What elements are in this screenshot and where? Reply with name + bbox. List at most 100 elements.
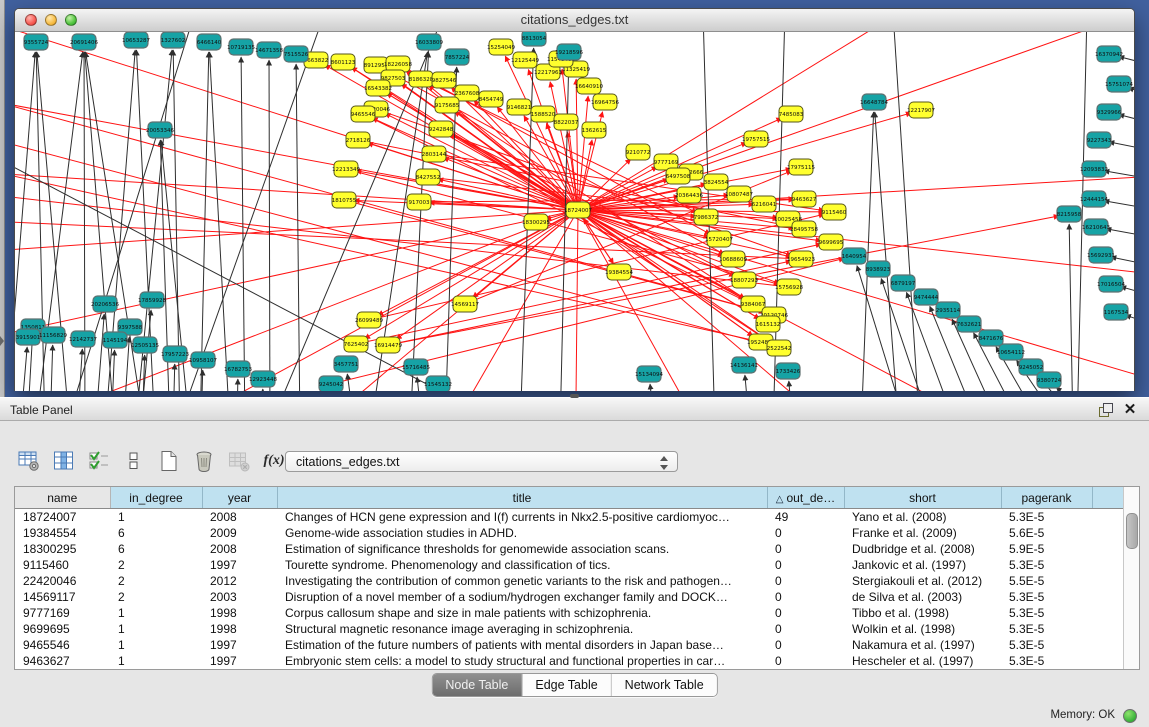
table-cell[interactable]: 1997 xyxy=(202,557,277,573)
graph-node[interactable]: 1615132 xyxy=(756,316,781,332)
table-cell[interactable]: 5.3E-5 xyxy=(1001,605,1092,621)
table-cell[interactable]: 18300295 xyxy=(15,541,110,557)
graph-node[interactable]: 7485083 xyxy=(779,106,804,122)
graph-node[interactable]: 16033809 xyxy=(415,34,443,50)
graph-node[interactable]: 16640910 xyxy=(575,78,603,94)
graph-node[interactable]: 12505135 xyxy=(131,337,159,353)
graph-node[interactable]: 10688609 xyxy=(719,251,747,267)
graph-node[interactable]: 10653287 xyxy=(122,32,150,48)
table-cell[interactable] xyxy=(1092,653,1124,669)
graph-node[interactable]: 8471676 xyxy=(979,330,1004,346)
memory-status-indicator[interactable] xyxy=(1123,709,1137,723)
graph-node[interactable]: 9227343 xyxy=(1087,132,1112,148)
table-row[interactable]: 946554611997Estimation of the future num… xyxy=(15,637,1124,653)
graph-node[interactable]: 9175685 xyxy=(435,97,460,113)
table-cell[interactable] xyxy=(1092,525,1124,541)
table-cell[interactable]: 2003 xyxy=(202,589,277,605)
left-splitter[interactable] xyxy=(0,0,5,397)
graph-node[interactable]: 15751074 xyxy=(1105,76,1133,92)
graph-node[interactable]: 19757515 xyxy=(742,131,770,147)
graph-node[interactable]: 3824554 xyxy=(704,174,729,190)
graph-node[interactable]: 9115460 xyxy=(822,204,847,220)
table-cell[interactable]: 2 xyxy=(110,557,202,573)
graph-node[interactable]: 8186328 xyxy=(409,71,434,87)
graph-node[interactable]: 9699695 xyxy=(819,234,844,250)
graph-node[interactable]: 20206536 xyxy=(91,296,119,312)
column-header-out_de[interactable]: △out_de… xyxy=(767,487,844,509)
graph-node[interactable]: 9463627 xyxy=(792,191,817,207)
graph-node[interactable]: 12444154 xyxy=(1080,191,1108,207)
table-cell[interactable]: 5.3E-5 xyxy=(1001,557,1092,573)
graph-node[interactable]: 18807293 xyxy=(730,272,758,288)
table-cell[interactable]: 5.3E-5 xyxy=(1001,653,1092,669)
table-cell[interactable]: Estimation of the future numbers of pati… xyxy=(277,637,767,653)
graph-node[interactable]: 16543382 xyxy=(364,80,392,96)
table-cell[interactable]: 19384554 xyxy=(15,525,110,541)
table-row[interactable]: 946362711997Embryonic stem cells: a mode… xyxy=(15,653,1124,669)
graph-node[interactable]: 12217907 xyxy=(907,102,935,118)
table-row[interactable]: 1872400712008Changes of HCN gene express… xyxy=(15,509,1124,526)
table-cell[interactable]: de Silva et al. (2003) xyxy=(844,589,1001,605)
table-cell[interactable]: Corpus callosum shape and size in male p… xyxy=(277,605,767,621)
column-header-in_degree[interactable]: in_degree xyxy=(110,487,202,509)
graph-node[interactable]: 15756928 xyxy=(775,279,803,295)
graph-node[interactable]: 2803144 xyxy=(422,146,447,162)
table-row[interactable]: 2242004622012Investigating the contribut… xyxy=(15,573,1124,589)
table-cell[interactable]: 6 xyxy=(110,525,202,541)
table-cell[interactable]: Embryonic stem cells: a model to study s… xyxy=(277,653,767,669)
table-cell[interactable]: Hescheler et al. (1997) xyxy=(844,653,1001,669)
table-cell[interactable]: 0 xyxy=(767,621,844,637)
graph-node[interactable]: 2522542 xyxy=(767,340,792,356)
graph-node[interactable]: 17975115 xyxy=(787,159,815,175)
graph-node[interactable]: 20364436 xyxy=(675,187,703,203)
graph-node[interactable]: 19384554 xyxy=(605,264,633,280)
table-cell[interactable]: 1 xyxy=(110,653,202,669)
graph-node[interactable]: 9146821 xyxy=(507,99,532,115)
function-builder-icon[interactable]: f(x) xyxy=(261,447,287,475)
network-canvas[interactable]: 1872400776638228601123891295518226058982… xyxy=(15,32,1134,391)
graph-node[interactable]: 11156829 xyxy=(39,327,67,343)
table-settings-icon[interactable] xyxy=(16,447,42,475)
table-cell[interactable]: 1998 xyxy=(202,621,277,637)
table-row[interactable]: 911546021997Tourette syndrome. Phenomeno… xyxy=(15,557,1124,573)
graph-node[interactable]: 9827546 xyxy=(432,72,457,88)
graph-node[interactable]: 1362615 xyxy=(582,122,607,138)
graph-node[interactable]: 10719135 xyxy=(227,39,255,55)
graph-node[interactable]: 7986372 xyxy=(694,209,719,225)
table-cell[interactable]: 5.3E-5 xyxy=(1001,637,1092,653)
show-columns-icon[interactable] xyxy=(51,447,77,475)
graph-node[interactable]: 12923448 xyxy=(249,371,277,387)
graph-node[interactable]: 28495758 xyxy=(790,221,818,237)
table-cell[interactable]: Structural magnetic resonance image aver… xyxy=(277,621,767,637)
table-scrollbar-thumb[interactable] xyxy=(1126,513,1138,549)
table-cell[interactable]: 9463627 xyxy=(15,653,110,669)
graph-node[interactable]: 8215958 xyxy=(1057,206,1082,222)
table-cell[interactable] xyxy=(1092,541,1124,557)
table-cell[interactable]: Tibbo et al. (1998) xyxy=(844,605,1001,621)
table-cell[interactable]: 14569117 xyxy=(15,589,110,605)
column-header-filler[interactable] xyxy=(1092,487,1124,509)
table-row[interactable]: 1456911722003Disruption of a novel membe… xyxy=(15,589,1124,605)
graph-node[interactable]: 3457751 xyxy=(334,356,359,372)
window-titlebar[interactable]: citations_edges.txt xyxy=(15,9,1134,32)
table-cell[interactable]: 1 xyxy=(110,621,202,637)
graph-node[interactable]: 8454749 xyxy=(479,91,504,107)
graph-node[interactable]: 9242848 xyxy=(429,121,454,137)
graph-node[interactable]: 19654923 xyxy=(787,251,815,267)
graph-node[interactable]: 7515526 xyxy=(284,46,309,62)
table-cell[interactable]: Disruption of a novel member of a sodium… xyxy=(277,589,767,605)
graph-node[interactable]: 9329966 xyxy=(1097,104,1122,120)
column-header-name[interactable]: name xyxy=(15,487,110,509)
graph-node[interactable]: 11545132 xyxy=(424,376,452,391)
graph-node[interactable]: 15134094 xyxy=(635,366,663,382)
table-cell[interactable] xyxy=(1092,605,1124,621)
graph-node[interactable]: 10654112 xyxy=(997,344,1025,360)
table-cell[interactable]: 49 xyxy=(767,509,844,526)
table-cell[interactable]: 1997 xyxy=(202,653,277,669)
graph-node[interactable]: 1733426 xyxy=(776,363,801,379)
graph-node[interactable]: 16648784 xyxy=(860,94,888,110)
graph-node[interactable]: 3915901 xyxy=(16,329,41,345)
graph-node[interactable]: 17957223 xyxy=(161,346,189,362)
splitter-arrow-icon[interactable] xyxy=(0,336,4,346)
network-graph[interactable]: 1872400776638228601123891295518226058982… xyxy=(15,32,1134,391)
